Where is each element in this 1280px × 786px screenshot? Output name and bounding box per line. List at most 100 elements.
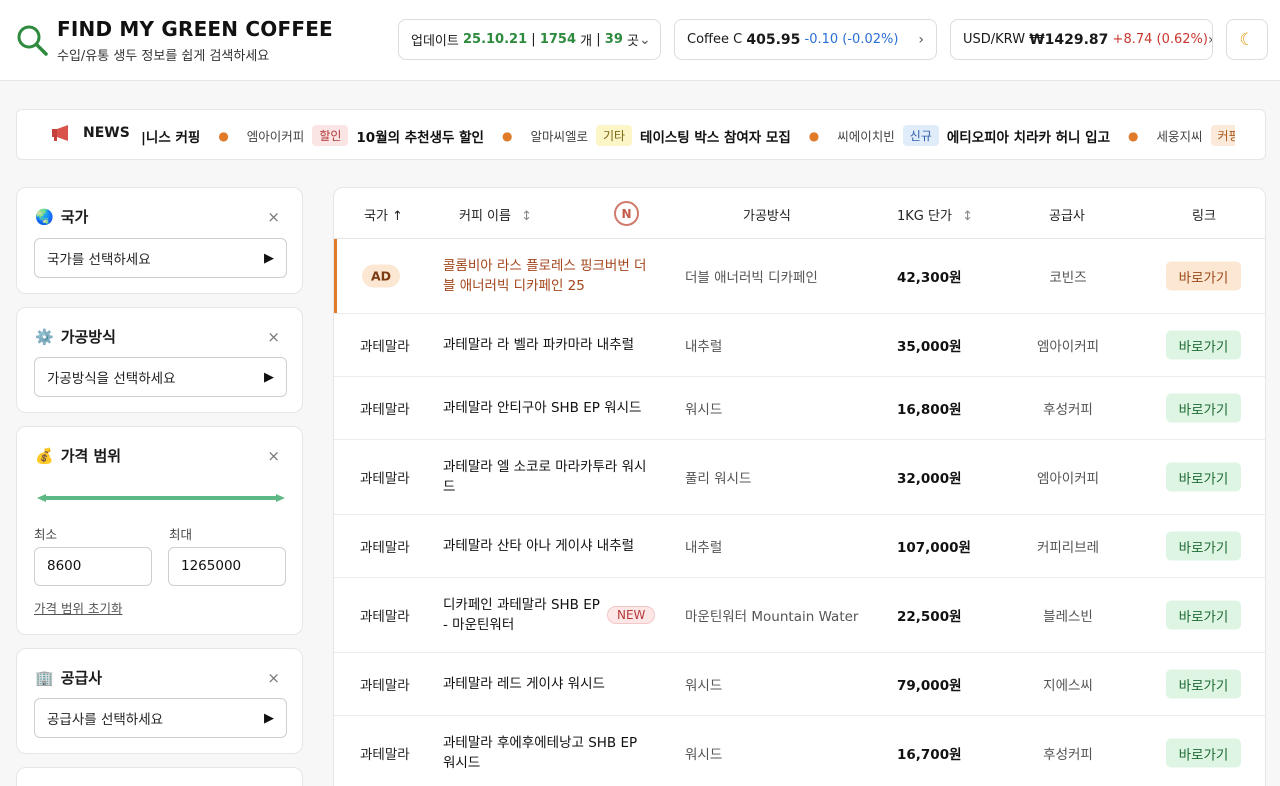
- new-filter-toggle[interactable]: N: [614, 201, 639, 226]
- news-separator-dot: ●: [501, 128, 513, 143]
- go-link-button[interactable]: 바로가기: [1166, 738, 1241, 768]
- close-icon[interactable]: ×: [267, 208, 280, 226]
- chevron-right-icon: ›: [1208, 32, 1212, 48]
- news-separator-dot: ●: [218, 128, 229, 143]
- news-item[interactable]: 엠아이커피 할인 10월의 추천생두 할인: [247, 125, 484, 146]
- country-filter-title: 🌏 국가: [35, 206, 88, 227]
- news-title: 에티오피아 치라카 허니 입고: [946, 129, 1111, 146]
- range-min-handle[interactable]: [37, 494, 46, 502]
- close-icon[interactable]: ×: [267, 328, 280, 346]
- coffee-supplier: 엠아이커피: [1036, 471, 1100, 487]
- range-max-handle[interactable]: [276, 494, 285, 502]
- news-item[interactable]: 세웅지씨 커핑: [1157, 125, 1235, 146]
- table-row[interactable]: 과테말라 과테말라 엘 소코로 마라카투라 워시드 풀리 워시드 32,000원…: [334, 440, 1265, 515]
- news-item[interactable]: 알마씨엘로 기타 테이스팅 박스 참여자 모집: [530, 125, 791, 146]
- table-row[interactable]: 과테말라 과테말라 레드 게이샤 워시드 워시드 79,000원 지에스씨 바로…: [334, 653, 1265, 716]
- news-title: 테이스팅 박스 참여자 모집: [640, 129, 791, 146]
- coffee-name[interactable]: 과테말라 엘 소코로 마라카투라 워시드: [443, 457, 653, 497]
- coffee-process: 마운틴워터 Mountain Water: [685, 609, 859, 625]
- theme-toggle-button[interactable]: ☾: [1226, 19, 1268, 60]
- coffee-process: 더블 애너러빅 디카페인: [685, 270, 818, 286]
- sort-icon: ↕: [521, 209, 533, 224]
- reset-price-range-link[interactable]: 가격 범위 초기화: [34, 598, 122, 617]
- ad-highlight-bar: [334, 239, 337, 313]
- sort-country-header[interactable]: 국가 ↑: [364, 205, 403, 224]
- search-logo-icon[interactable]: [16, 24, 50, 58]
- update-label: 업데이트: [411, 34, 459, 49]
- coffee-name[interactable]: 과테말라 후에후에테낭고 SHB EP 워시드: [443, 733, 653, 773]
- coffee-name[interactable]: 콜롬비아 라스 플로레스 핑크버번 더블 애너러빅 디카페인 25: [443, 256, 653, 296]
- go-link-button[interactable]: 바로가기: [1166, 261, 1241, 291]
- coffee-process: 워시드: [685, 678, 723, 694]
- new-badge: NEW: [607, 606, 656, 624]
- update-places-unit: 곳: [627, 34, 639, 49]
- country-filter-card: 🌏 국가 × 국가를 선택하세요 ▶: [16, 187, 303, 294]
- coffee-table: 국가 ↑ 커피 이름 ↕ N 가공방식 1KG 단가 ↕ 공급사 링크 AD 콜…: [333, 187, 1266, 786]
- country-filter-label: 국가: [60, 208, 89, 226]
- news-title: |니스 커핑: [141, 129, 201, 146]
- building-icon: 🏢: [35, 668, 54, 687]
- news-source: 알마씨엘로: [530, 129, 588, 144]
- coffee-country: 과테말라: [360, 339, 410, 355]
- app-subtitle: 수입/유통 생두 정보를 쉽게 검색하세요: [57, 49, 270, 64]
- coffee-process: 워시드: [685, 402, 723, 418]
- coffee-c-ticker[interactable]: Coffee C 405.95 -0.10 (-0.02%) ›: [674, 19, 937, 60]
- update-info-dropdown[interactable]: 업데이트 25.10.21 | 1754 개 | 39 곳 ⌄: [398, 19, 661, 60]
- go-link-button[interactable]: 바로가기: [1166, 462, 1241, 492]
- supplier-filter-label: 공급사: [60, 669, 103, 687]
- table-row-ad[interactable]: AD 콜롬비아 라스 플로레스 핑크버번 더블 애너러빅 디카페인 25 더블 …: [334, 239, 1265, 314]
- go-link-button[interactable]: 바로가기: [1166, 600, 1241, 630]
- coffee-name[interactable]: 과테말라 산타 아나 게이샤 내추럴: [443, 536, 653, 556]
- go-link-button[interactable]: 바로가기: [1166, 393, 1241, 423]
- table-row[interactable]: 과테말라 디카페인 과테말라 SHB EP - 마운틴워터 NEW 마운틴워터 …: [334, 578, 1265, 653]
- supplier-header: 공급사: [1049, 209, 1085, 224]
- news-tag: 커핑: [1210, 125, 1235, 146]
- table-row[interactable]: 과테말라 과테말라 산타 아나 게이샤 내추럴 내추럴 107,000원 커피리…: [334, 515, 1265, 578]
- moon-icon: ☾: [1239, 29, 1255, 50]
- supplier-select[interactable]: 공급사를 선택하세요 ▶: [34, 698, 287, 738]
- link-header: 링크: [1192, 209, 1216, 224]
- sort-name-header[interactable]: 커피 이름 ↕: [459, 205, 532, 224]
- coffee-supplier: 블레스빈: [1043, 609, 1093, 625]
- close-icon[interactable]: ×: [267, 669, 280, 687]
- country-select[interactable]: 국가를 선택하세요 ▶: [34, 238, 287, 278]
- go-link-button[interactable]: 바로가기: [1166, 531, 1241, 561]
- play-arrow-icon: ▶: [264, 369, 274, 385]
- coffee-price: 107,000원: [897, 540, 971, 556]
- coffee-name[interactable]: 과테말라 라 벨라 파카마라 내추럴: [443, 335, 653, 355]
- process-select[interactable]: 가공방식을 선택하세요 ▶: [34, 357, 287, 397]
- price-range-slider[interactable]: [37, 494, 285, 502]
- news-header: NEWS: [51, 124, 130, 142]
- coffee-name[interactable]: 과테말라 레드 게이샤 워시드: [443, 674, 653, 694]
- coffee-price: 35,000원: [897, 339, 962, 355]
- usd-krw-ticker[interactable]: USD/KRW ₩1429.87 +8.74 (0.62%) ›: [950, 19, 1213, 60]
- close-icon[interactable]: ×: [267, 447, 280, 465]
- price-header-label: 1KG 단가: [897, 209, 952, 224]
- table-row[interactable]: 과테말라 과테말라 후에후에테낭고 SHB EP 워시드 워시드 16,700원…: [334, 716, 1265, 786]
- process-select-placeholder: 가공방식을 선택하세요: [47, 371, 176, 387]
- coffee-process: 내추럴: [685, 540, 723, 556]
- coffee-price: 16,800원: [897, 402, 962, 418]
- coffee-country: 과테말라: [360, 747, 410, 763]
- min-price-input[interactable]: 8600: [34, 547, 152, 586]
- coffee-name[interactable]: 디카페인 과테말라 SHB EP - 마운틴워터: [443, 595, 603, 635]
- table-header: 국가 ↑ 커피 이름 ↕ N 가공방식 1KG 단가 ↕ 공급사 링크: [334, 188, 1265, 239]
- sort-price-header[interactable]: 1KG 단가 ↕: [897, 205, 973, 224]
- table-row[interactable]: 과테말라 과테말라 안티구아 SHB EP 워시드 워시드 16,800원 후성…: [334, 377, 1265, 440]
- news-item[interactable]: 씨에이치빈 신규 에티오피아 치라카 허니 입고: [837, 125, 1110, 146]
- news-tag: 신규: [902, 125, 939, 146]
- news-track: |니스 커핑 ● 엠아이커피 할인 10월의 추천생두 할인 ● 알마씨엘로 기…: [141, 110, 1235, 159]
- top-header: FIND MY GREEN COFFEE 수입/유통 생두 정보를 쉽게 검색하…: [0, 0, 1280, 81]
- table-row[interactable]: 과테말라 과테말라 라 벨라 파카마라 내추럴 내추럴 35,000원 엠아이커…: [334, 314, 1265, 377]
- go-link-button[interactable]: 바로가기: [1166, 669, 1241, 699]
- news-item[interactable]: |니스 커핑: [141, 126, 200, 146]
- go-link-button[interactable]: 바로가기: [1166, 330, 1241, 360]
- news-source: 엠아이커피: [246, 129, 305, 144]
- coffee-price: 22,500원: [897, 609, 962, 625]
- update-separator: |: [531, 32, 536, 47]
- update-count-unit: 개: [580, 34, 593, 49]
- megaphone-icon: [52, 125, 68, 141]
- coffee-name[interactable]: 과테말라 안티구아 SHB EP 워시드: [443, 398, 653, 418]
- news-tag: 기타: [595, 125, 633, 146]
- max-price-input[interactable]: 1265000: [168, 547, 286, 586]
